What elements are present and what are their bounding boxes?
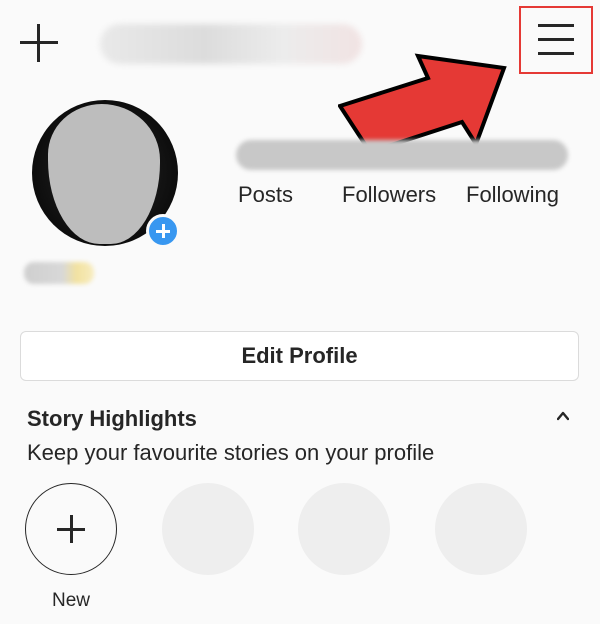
highlight-placeholder — [162, 483, 254, 575]
add-story-icon[interactable] — [146, 214, 180, 248]
story-highlights-title[interactable]: Story Highlights — [27, 406, 197, 432]
avatar-redacted — [48, 104, 160, 244]
followers-label[interactable]: Followers — [342, 182, 436, 208]
chevron-up-icon[interactable] — [557, 410, 569, 422]
add-icon[interactable] — [20, 24, 58, 62]
highlight-placeholder — [298, 483, 390, 575]
story-highlights-subtitle: Keep your favourite stories on your prof… — [27, 440, 435, 465]
following-label[interactable]: Following — [466, 182, 559, 208]
new-highlight-button[interactable] — [25, 483, 117, 575]
highlight-placeholder — [435, 483, 527, 575]
menu-icon[interactable] — [538, 22, 574, 56]
edit-profile-button[interactable]: Edit Profile — [20, 331, 579, 381]
stats-counts-redacted — [236, 140, 568, 170]
new-highlight-label: New — [51, 590, 90, 611]
posts-label[interactable]: Posts — [238, 182, 293, 208]
display-name-redacted — [24, 262, 94, 284]
username-redacted[interactable] — [100, 24, 362, 64]
